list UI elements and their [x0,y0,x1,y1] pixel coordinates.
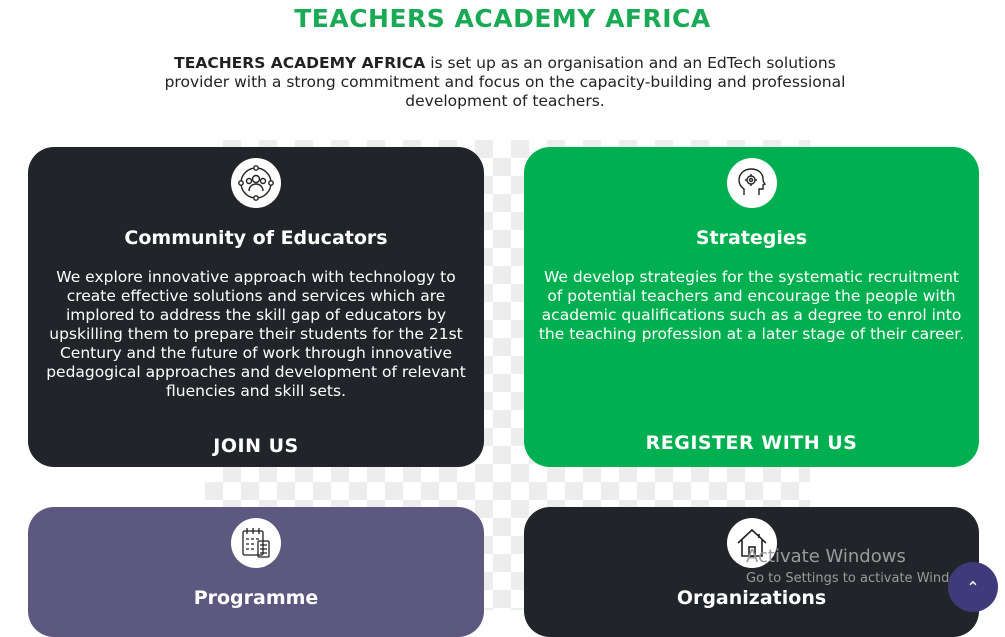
register-with-us-button[interactable]: REGISTER WITH US [524,432,979,454]
community-icon [231,158,281,208]
scroll-to-top-button[interactable]: ⌃ [948,562,998,612]
card-community-of-educators: Community of Educators We explore innova… [28,147,484,467]
card-programme: Programme [28,507,484,637]
activate-subtitle: Go to Settings to activate Windows. [746,571,979,586]
activate-windows-watermark: Activate Windows Go to Settings to activ… [746,546,979,586]
card-description: We develop strategies for the systematic… [538,268,965,343]
card-title: Strategies [695,227,808,249]
card-title: Programme [193,587,319,609]
intro-paragraph: TEACHERS ACADEMY AFRICA is set up as an … [150,54,860,111]
intro-bold: TEACHERS ACADEMY AFRICA [174,54,426,72]
card-strategies: Strategies We develop strategies for the… [524,147,979,467]
page-title: TEACHERS ACADEMY AFRICA [294,4,711,33]
card-description: We explore innovative approach with tech… [46,268,466,400]
strategy-head-icon [726,158,777,208]
chevron-up-icon: ⌃ [966,577,980,597]
join-us-button[interactable]: JOIN US [28,435,484,457]
card-title: Community of Educators [124,227,388,249]
calendar-checklist-icon [231,518,281,568]
activate-title: Activate Windows [746,546,906,567]
card-title: Organizations [676,587,827,609]
